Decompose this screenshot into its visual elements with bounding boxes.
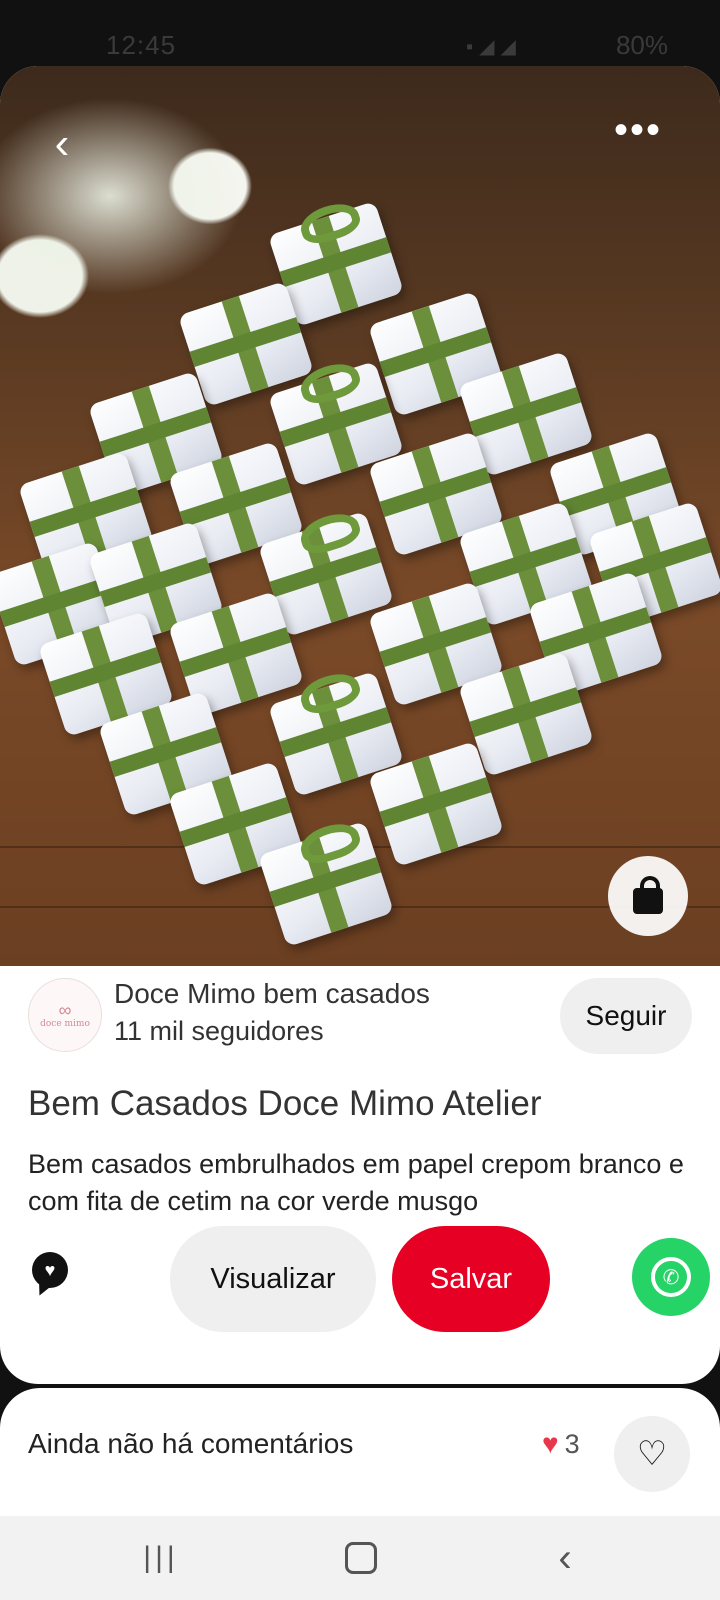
avatar-logo-text: doce mimo [40, 1019, 90, 1029]
comment-button[interactable]: ♥ [26, 1246, 74, 1294]
creator-avatar[interactable]: ∞ doce mimo [28, 978, 102, 1052]
status-icons: ▪◢◢ [466, 36, 522, 58]
reaction-count-text: 3 [564, 1428, 580, 1459]
chevron-left-icon: ‹ [54, 119, 70, 168]
reaction-count[interactable]: ♥ 3 [542, 1428, 580, 1460]
battery-level: 80% [615, 30, 668, 60]
comments-section: Ainda não há comentários ♥ 3 ♡ [0, 1388, 720, 1516]
whatsapp-share-button[interactable]: ✆ [632, 1238, 710, 1316]
home-icon [345, 1542, 377, 1574]
pin-description: Bem casados embrulhados em papel crepom … [28, 1149, 684, 1216]
comment-heart-icon: ♥ [32, 1252, 68, 1288]
system-nav-bar: ||| ‹ [0, 1516, 720, 1600]
view-button[interactable]: Visualizar [170, 1226, 376, 1332]
creator-followers: 11 mil seguidores [114, 1016, 324, 1046]
shopping-bag-icon [633, 876, 663, 914]
pin-image[interactable]: ‹ ••• [0, 66, 720, 966]
save-button[interactable]: Salvar [392, 1226, 550, 1332]
comments-label: Ainda não há comentários [28, 1428, 354, 1459]
heart-reaction-icon: ♥ [542, 1428, 559, 1459]
creator-name[interactable]: Doce Mimo bem casados [114, 978, 430, 1010]
whatsapp-icon: ✆ [651, 1257, 691, 1297]
like-button[interactable]: ♡ [614, 1416, 690, 1492]
home-button[interactable] [316, 1516, 406, 1600]
back-icon: ‹ [558, 1535, 572, 1580]
more-options-button[interactable]: ••• [600, 107, 676, 152]
back-button[interactable]: ‹ [22, 104, 102, 184]
heart-outline-icon: ♡ [636, 1435, 668, 1473]
system-back-button[interactable]: ‹ [520, 1516, 610, 1600]
ribbon-logo-icon: ∞ [58, 1000, 72, 1020]
recent-apps-button[interactable]: ||| [116, 1516, 206, 1600]
recent-apps-icon: ||| [143, 1541, 179, 1574]
shop-button[interactable] [608, 856, 688, 936]
pin-title: Bem Casados Doce Mimo Atelier [28, 1084, 542, 1123]
more-horizontal-icon: ••• [613, 107, 662, 152]
status-time: 12:45 [106, 30, 177, 60]
pin-card: ‹ ••• ∞ doce mimo Doce Mimo bem casados … [0, 66, 720, 1384]
follow-button[interactable]: Seguir [560, 978, 692, 1054]
